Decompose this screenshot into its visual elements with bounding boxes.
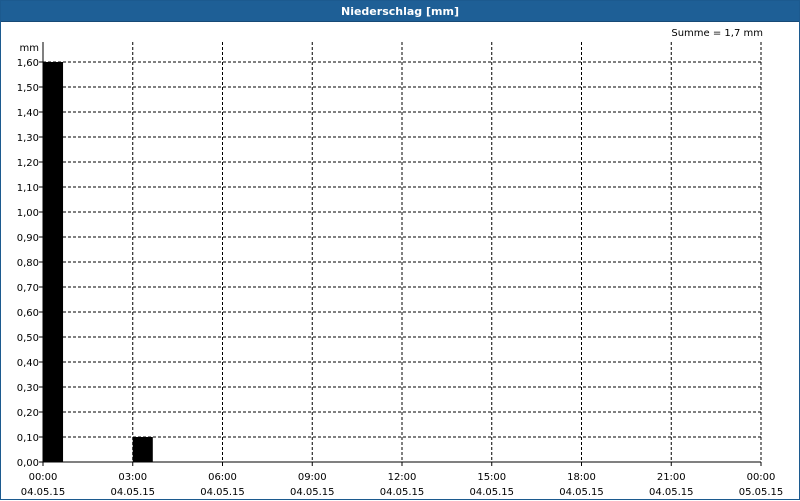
y-tick-label: 0,80 xyxy=(17,258,39,269)
x-tick-time-label: 06:00 xyxy=(208,472,237,483)
x-tick-date-label: 04.05.15 xyxy=(110,487,155,498)
x-tick-date-label: 04.05.15 xyxy=(649,487,694,498)
y-tick-label: 0,50 xyxy=(17,333,39,344)
y-tick-label: 0,10 xyxy=(17,433,39,444)
y-tick-label: 1,50 xyxy=(17,83,39,94)
x-tick-date-label: 04.05.15 xyxy=(200,487,245,498)
y-tick-label: 0,00 xyxy=(17,458,39,469)
x-tick-time-label: 15:00 xyxy=(477,472,506,483)
y-tick-label: 1,30 xyxy=(17,133,39,144)
x-tick-date-label: 04.05.15 xyxy=(469,487,514,498)
y-tick-label: 0,40 xyxy=(17,358,39,369)
y-tick-label: 0,20 xyxy=(17,408,39,419)
y-axis-label: mm xyxy=(20,43,39,54)
y-tick-label: 0,30 xyxy=(17,383,39,394)
x-tick-time-label: 03:00 xyxy=(118,472,147,483)
y-tick-label: 0,90 xyxy=(17,233,39,244)
x-tick-time-label: 21:00 xyxy=(657,472,686,483)
x-tick-date-label: 04.05.15 xyxy=(559,487,604,498)
y-tick-label: 1,20 xyxy=(17,158,39,169)
chart-window: Niederschlag [mm] Summe = 1,7 mm mm 0,00 0… xyxy=(0,0,800,500)
x-tick-time-label: 00:00 xyxy=(747,472,776,483)
y-tick-label: 1,00 xyxy=(17,208,39,219)
y-tick-label: 0,70 xyxy=(17,283,39,294)
y-tick-label: 1,10 xyxy=(17,183,39,194)
x-tick-time-label: 09:00 xyxy=(298,472,327,483)
precipitation-bar xyxy=(132,437,153,462)
x-tick-time-label: 18:00 xyxy=(567,472,596,483)
y-tick-label: 1,60 xyxy=(17,58,39,69)
y-tick-label: 0,60 xyxy=(17,308,39,319)
precipitation-bar xyxy=(43,62,64,462)
x-tick-date-label: 04.05.15 xyxy=(290,487,335,498)
x-tick-time-label: 12:00 xyxy=(388,472,417,483)
x-tick-date-label: 04.05.15 xyxy=(21,487,66,498)
precipitation-chart: mm 0,00 0,10 0,20 0,30 0,40 0,50 0,60 0,70 0,80 0,… xyxy=(17,42,784,498)
y-tick-label: 1,40 xyxy=(17,108,39,119)
x-tick-date-label: 04.05.15 xyxy=(380,487,425,498)
x-tick-date-label: 05.05.15 xyxy=(739,487,784,498)
x-tick-time-label: 00:00 xyxy=(29,472,58,483)
